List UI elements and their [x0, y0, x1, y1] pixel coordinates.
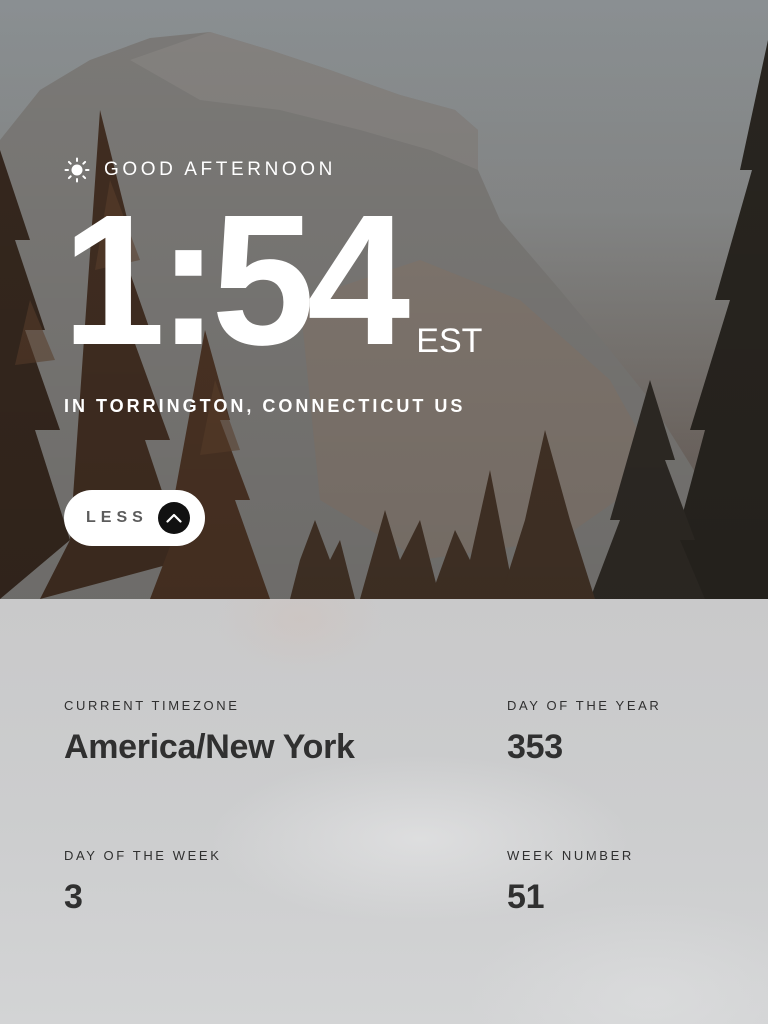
stat-value: 51	[507, 878, 545, 916]
stat-value: 3	[64, 878, 83, 916]
stat-day-of-year: DAY OF THE YEAR 353	[507, 698, 661, 766]
stat-label: CURRENT TIMEZONE	[64, 698, 240, 713]
less-button[interactable]: LESS	[64, 490, 205, 546]
clock: 1:54 EST	[62, 177, 483, 384]
stat-current-timezone: CURRENT TIMEZONE America/New York	[64, 698, 355, 766]
stat-label: DAY OF THE YEAR	[507, 698, 662, 713]
stat-value: America/New York	[64, 728, 355, 766]
stat-week-number: WEEK NUMBER 51	[507, 848, 634, 916]
stat-day-of-week: DAY OF THE WEEK 3	[64, 848, 221, 916]
chevron-up-icon	[158, 502, 190, 534]
details-panel: CURRENT TIMEZONE America/New York DAY OF…	[0, 599, 768, 1024]
stat-value: 353	[507, 728, 563, 766]
stat-label: WEEK NUMBER	[507, 848, 634, 863]
current-time: 1:54	[62, 177, 410, 384]
location-text: IN TORRINGTON, CONNECTICUT US	[64, 396, 466, 416]
timezone-abbreviation: EST	[416, 322, 483, 360]
hero-background: GOOD AFTERNOON 1:54 EST IN TORRINGTON, C…	[0, 0, 768, 599]
less-button-label: LESS	[86, 509, 148, 526]
stat-label: DAY OF THE WEEK	[64, 848, 222, 863]
